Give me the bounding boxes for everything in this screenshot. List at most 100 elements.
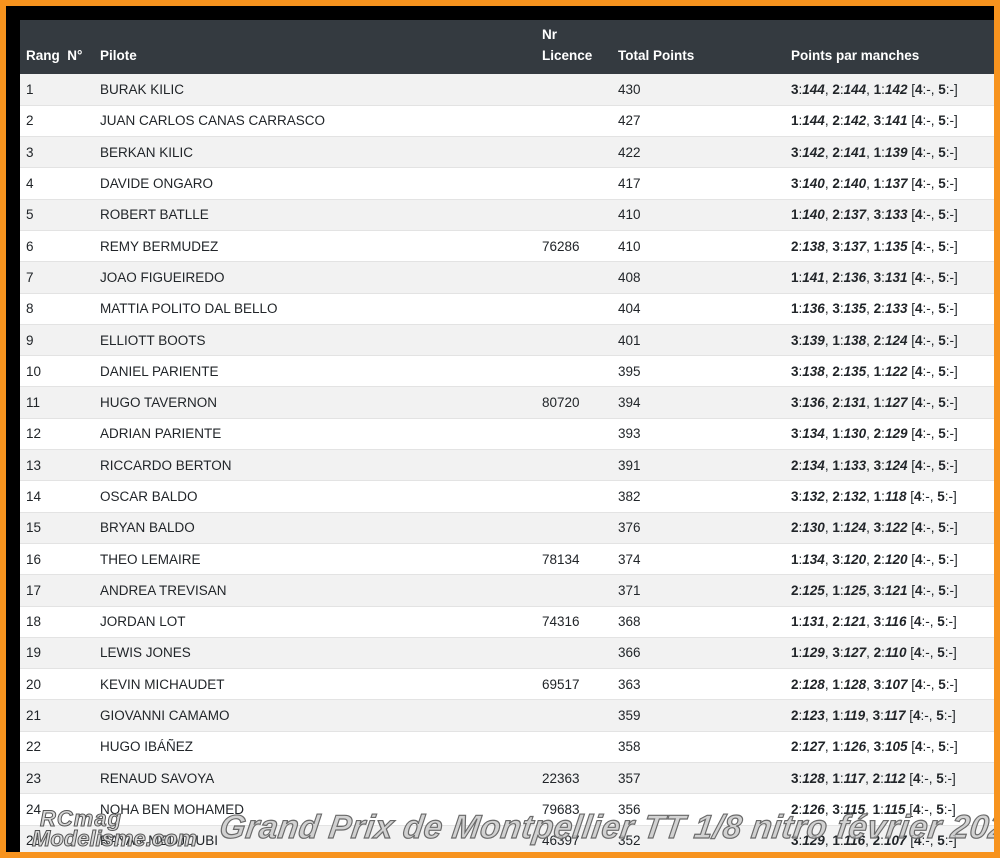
pilote-cell: ROBERT BATLLE (100, 199, 542, 231)
rang-cell: 9 (20, 324, 100, 357)
manche-number: 3 (873, 739, 882, 755)
rang-cell: 11 (20, 386, 100, 419)
manches-cell: 3:142, 2:141, 1:139 [4:-, 5:-] (791, 136, 994, 169)
rang-cell: 3 (20, 136, 100, 169)
manche-number: 4 (915, 457, 923, 473)
total-points-cell: 391 (618, 449, 791, 482)
manche-number: 4 (915, 520, 923, 536)
manche-number: 2 (791, 238, 799, 254)
manche-number: 1 (873, 489, 882, 504)
manche-number: 3 (791, 81, 799, 97)
manche-number: 2 (832, 144, 840, 160)
pilote-cell: MATTIA POLITO DAL BELLO (100, 293, 542, 325)
manche-number: 1 (832, 676, 840, 692)
manche-points: 128 (802, 770, 825, 786)
manche-points: 134 (802, 551, 825, 567)
manche-points: 117 (843, 770, 866, 786)
licence-cell (542, 637, 618, 670)
manche-number: 1 (832, 457, 840, 473)
table-row: 22 HUGO IBÁÑEZ 358 2:127, 1:126, 3:105 [4:-… (20, 731, 994, 764)
pilote-cell: ADRIAN PARIENTE (100, 418, 542, 451)
manche-number: 5 (936, 770, 944, 786)
manche-points: 144 (843, 81, 867, 97)
manche-number: 2 (832, 614, 840, 630)
rang-cell: 7 (20, 261, 100, 294)
manche-number: 3 (873, 582, 882, 598)
table-row: 3 BERKAN KILIC 422 3:142, 2:141, 1:139 [4:-… (20, 136, 994, 169)
manche-points: 131 (802, 614, 825, 630)
rang-cell: 14 (20, 480, 100, 513)
rang-cell: 24 (20, 793, 100, 826)
rang-cell: 4 (20, 167, 100, 200)
manche-points: 131 (884, 269, 908, 285)
table-row: 6 REMY BERMUDEZ 76286 410 2:138, 3:137, 1:13… (20, 230, 994, 263)
manche-number: 5 (938, 363, 946, 379)
manche-number: 3 (832, 301, 840, 317)
manche-points: 115 (843, 801, 866, 817)
header-pilote[interactable]: Pilote (100, 20, 542, 74)
table-row: 23 RENAUD SAVOYA 22363 357 3:128, 1:117, 2:1… (20, 762, 994, 795)
manche-number: 2 (791, 582, 799, 598)
manche-points: 138 (843, 332, 867, 348)
pilote-cell: BRYAN BALDO (100, 512, 542, 544)
manche-points: 123 (802, 708, 825, 724)
rang-cell: 13 (20, 449, 100, 482)
manche-number: 2 (873, 332, 882, 348)
manches-cell: 1:136, 3:135, 2:133 [4:-, 5:-] (791, 293, 994, 325)
manche-points: 140 (802, 207, 825, 223)
manche-points: 126 (802, 801, 825, 817)
rang-cell: 10 (20, 355, 100, 388)
header-licence[interactable]: Nr Licence (542, 20, 618, 74)
manche-number: 3 (832, 238, 840, 254)
total-points-cell: 427 (618, 105, 791, 138)
total-points-cell: 410 (618, 199, 791, 231)
header-rang[interactable]: Rang N° (20, 20, 100, 74)
manche-points: 134 (802, 457, 825, 473)
results-panel: Rang N° Pilote Nr Licence Total Points Po… (20, 20, 994, 852)
manche-number: 1 (832, 708, 840, 724)
total-points-cell: 368 (618, 606, 791, 638)
manche-points: 133 (884, 301, 908, 317)
manche-number: 4 (915, 426, 923, 442)
manche-number: 2 (791, 520, 799, 536)
manche-number: 1 (832, 582, 840, 598)
table-row: 5 ROBERT BATLLE 410 1:140, 2:137, 3:133 [4:… (20, 199, 994, 231)
pilote-cell: BERKAN KILIC (100, 136, 542, 169)
manche-number: 2 (832, 207, 840, 223)
manche-points: 141 (802, 269, 825, 285)
manche-points: 122 (884, 520, 908, 536)
manche-number: 1 (791, 645, 799, 661)
manche-number: 4 (915, 551, 923, 567)
manche-points: 129 (884, 426, 908, 442)
total-points-cell: 430 (618, 74, 791, 106)
manche-number: 3 (873, 207, 882, 223)
header-total-points[interactable]: Total Points (618, 20, 791, 74)
licence-cell (542, 199, 618, 231)
rang-cell: 2 (20, 105, 100, 138)
manches-cell: 2:126, 3:115, 1:115 [4:-, 5:-] (791, 793, 994, 826)
manche-number: 5 (938, 739, 946, 755)
manche-number: 1 (873, 238, 882, 254)
manche-number: 1 (791, 301, 799, 317)
total-points-cell: 382 (618, 480, 791, 513)
manche-number: 3 (791, 833, 799, 849)
manche-points: 126 (843, 739, 867, 755)
pilote-cell: KEVIN MICHAUDET (100, 668, 542, 701)
licence-cell: 22363 (542, 762, 618, 795)
licence-cell: 46397 (542, 825, 618, 852)
total-points-cell: 363 (618, 668, 791, 701)
manches-cell: 3:139, 1:138, 2:124 [4:-, 5:-] (791, 324, 994, 357)
manche-points: 127 (884, 395, 908, 411)
manche-number: 4 (915, 207, 923, 223)
total-points-cell: 376 (618, 512, 791, 544)
manche-points: 130 (843, 426, 867, 442)
rang-cell: 18 (20, 606, 100, 638)
manche-number: 1 (873, 176, 882, 192)
table-row: 10 DANIEL PARIENTE 395 3:138, 2:135, 1:122 … (20, 355, 994, 388)
header-points-par-manches[interactable]: Points par manches (791, 20, 994, 74)
rang-cell: 23 (20, 762, 100, 795)
manche-points: 136 (802, 395, 825, 411)
licence-cell (542, 355, 618, 388)
total-points-cell: 352 (618, 825, 791, 852)
licence-cell (542, 74, 618, 106)
